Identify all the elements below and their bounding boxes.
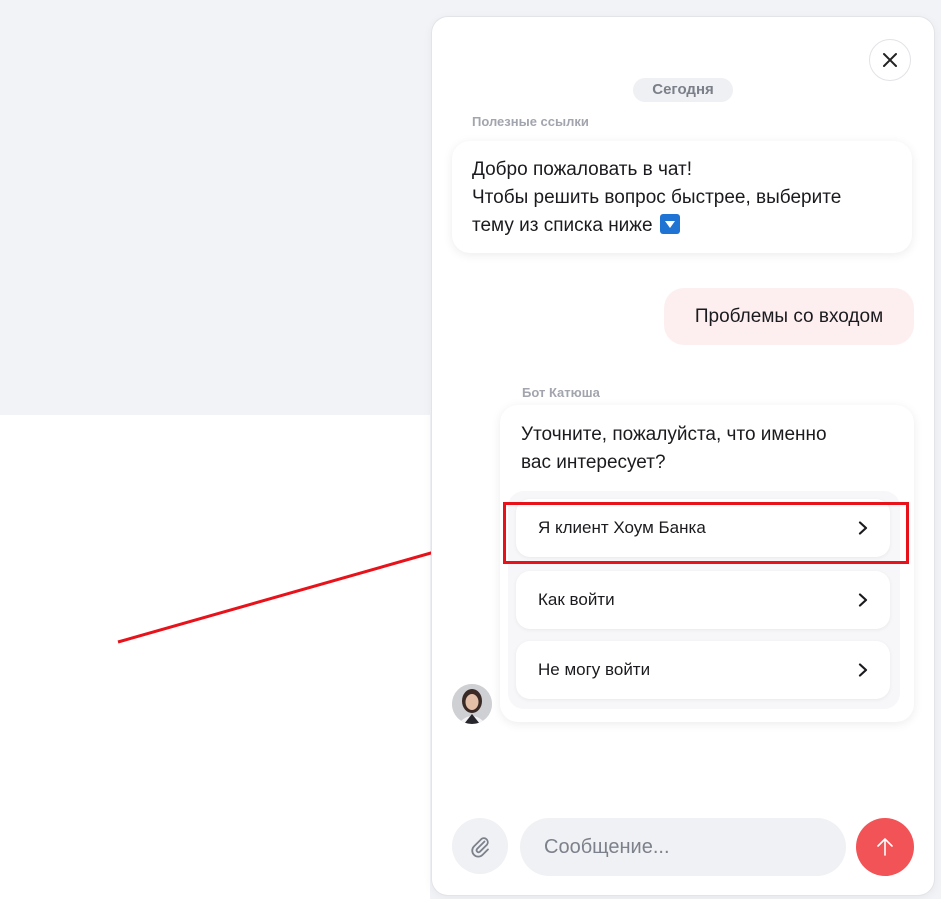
message-input[interactable] — [520, 818, 846, 876]
date-divider: Сегодня — [633, 78, 733, 102]
user-message: Проблемы со входом — [664, 288, 914, 345]
bot-avatar — [452, 684, 492, 724]
arrow-up-icon — [877, 838, 893, 856]
chat-widget: Сегодня Полезные ссылки Добро пожаловать… — [432, 17, 934, 895]
welcome-sender-label: Полезные ссылки — [472, 114, 589, 129]
option-label: Не могу войти — [538, 660, 651, 679]
chevron-right-icon — [858, 663, 868, 677]
bot-sender-label: Бот Катюша — [522, 385, 600, 400]
quick-reply-options: Я клиент Хоум Банка Как войти Не могу во… — [508, 491, 900, 709]
chevron-right-icon — [858, 521, 868, 535]
option-cannot-login[interactable]: Не могу войти — [516, 641, 890, 699]
bot-question-line-1: Уточните, пожалуйста, что именно — [521, 424, 827, 445]
option-label: Я клиент Хоум Банка — [538, 518, 706, 537]
chevron-right-icon — [858, 593, 868, 607]
close-icon — [883, 53, 897, 67]
send-button[interactable] — [856, 818, 914, 876]
option-label: Как войти — [538, 590, 615, 609]
attach-button[interactable] — [452, 818, 508, 874]
option-home-bank-client[interactable]: Я клиент Хоум Банка — [516, 499, 890, 557]
paperclip-icon — [471, 837, 489, 858]
welcome-message: Добро пожаловать в чат! Чтобы решить воп… — [452, 141, 912, 253]
welcome-line-2: Чтобы решить вопрос быстрее, выберите — [472, 187, 842, 208]
close-button[interactable] — [869, 39, 911, 81]
welcome-line-3-text: тему из списка ниже — [472, 215, 653, 236]
welcome-line-3: тему из списка ниже — [472, 212, 892, 240]
bot-message: Уточните, пожалуйста, что именно вас инт… — [500, 405, 914, 722]
down-arrow-emoji-icon — [659, 214, 680, 234]
option-how-to-login[interactable]: Как войти — [516, 571, 890, 629]
bot-question-line-2: вас интересует? — [521, 452, 666, 473]
welcome-line-1: Добро пожаловать в чат! — [472, 159, 693, 180]
